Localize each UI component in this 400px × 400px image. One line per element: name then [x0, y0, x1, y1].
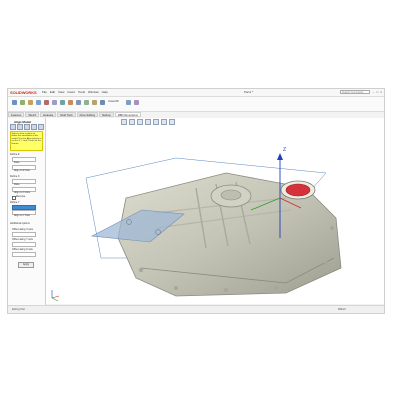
apply-button[interactable]: Apply [18, 262, 34, 268]
triad-x [51, 295, 60, 299]
revolve-icon[interactable] [20, 100, 25, 105]
extrude-icon[interactable] [12, 100, 17, 105]
align-y-label: Align to Y Axis [14, 214, 30, 217]
reverse-label: Reverse [16, 195, 26, 198]
property-manager: Align Model Select a face or plane to de… [8, 118, 46, 313]
menu-help[interactable]: Help [102, 90, 108, 95]
graphics-area[interactable]: Z [46, 118, 384, 304]
title-bar: SOLIDWORKS File Edit View Insert Tools W… [8, 89, 384, 97]
draft-icon[interactable] [76, 100, 81, 105]
offset-z-label: Offset along Z axis [12, 248, 33, 251]
help-message: Select a face or plane to define the ori… [10, 131, 43, 151]
align-z-label: Align to Z Axis [14, 169, 30, 172]
offset-x-input[interactable] [12, 232, 36, 237]
menu-tools[interactable]: Tools [78, 90, 85, 95]
status-left: Editing Part [12, 308, 25, 311]
offset-z-input[interactable] [12, 252, 36, 257]
command-tabs: Features Sketch Evaluate Mold Tools Dire… [8, 112, 141, 117]
command-manager-ribbon: Instant3D [8, 97, 384, 112]
menu-insert[interactable]: Insert [67, 90, 75, 95]
offset-y-input[interactable] [12, 242, 36, 247]
property-manager-icon[interactable] [17, 124, 23, 130]
align-x-label: Align to X Axis [14, 191, 30, 194]
app-logo: SOLIDWORKS [10, 90, 37, 95]
panel-tabs [10, 124, 44, 130]
status-bar: Editing Part MMGS [8, 305, 384, 313]
curves-icon[interactable] [126, 100, 131, 105]
z-axis-arrow [277, 153, 283, 160]
config-manager-icon[interactable] [24, 124, 30, 130]
loft-icon[interactable] [36, 100, 41, 105]
minimize-button[interactable]: – [373, 90, 375, 95]
tab-markup[interactable]: Markup [99, 112, 114, 117]
document-title: Part1 * [244, 90, 254, 94]
feature-tree-icon[interactable] [10, 124, 16, 130]
fillet-icon[interactable] [52, 100, 57, 105]
window-controls: – □ × [373, 90, 382, 95]
menu-file[interactable]: File [42, 90, 47, 95]
ribbon-label-instant3d[interactable]: Instant3D [108, 100, 119, 103]
shell-icon[interactable] [84, 100, 89, 105]
section-additional-options: Additional options [10, 222, 30, 225]
display-manager-icon[interactable] [38, 124, 44, 130]
tab-direct-editing[interactable]: Direct Editing [76, 112, 99, 117]
bore-face [285, 183, 311, 197]
tab-mold-tools[interactable]: Mold Tools [57, 112, 76, 117]
rib-icon[interactable] [68, 100, 73, 105]
offset-y-label: Offset along Y axis [12, 238, 33, 241]
model-view[interactable]: Z [46, 118, 384, 304]
menu-edit[interactable]: Edit [50, 90, 55, 95]
x-face-label: Face [14, 183, 20, 186]
z-axis-label: Z [283, 147, 286, 153]
section-define-y: Define Y [10, 201, 20, 204]
dim-xpert-icon[interactable] [31, 124, 37, 130]
search-input[interactable]: Search Commands [340, 90, 370, 94]
pattern-icon[interactable] [60, 100, 65, 105]
reference-geometry-icon[interactable] [100, 100, 105, 105]
menu-window[interactable]: Window [88, 90, 99, 95]
section-define-z: Define Z [10, 153, 20, 156]
cut-icon[interactable] [44, 100, 49, 105]
close-button[interactable]: × [380, 90, 382, 95]
z-face-label: Face [14, 161, 20, 164]
section-define-x: Define X [10, 175, 20, 178]
menu-bar: File Edit View Insert Tools Window Help [42, 90, 108, 95]
units-indicator[interactable]: MMGS [338, 307, 346, 312]
tab-mbd-dimensions[interactable]: MBD Dimensions [114, 112, 141, 117]
tab-sketch[interactable]: Sketch [25, 112, 40, 117]
offset-x-label: Offset along X axis [12, 228, 33, 231]
wrap-icon[interactable] [92, 100, 97, 105]
tab-evaluate[interactable]: Evaluate [40, 112, 57, 117]
menu-view[interactable]: View [58, 90, 64, 95]
tab-features[interactable]: Features [8, 112, 25, 117]
mirror-icon[interactable] [134, 100, 139, 105]
sweep-icon[interactable] [28, 100, 33, 105]
triad-y [51, 297, 59, 302]
solidworks-window: SOLIDWORKS File Edit View Insert Tools W… [7, 88, 385, 314]
maximize-button[interactable]: □ [376, 90, 378, 95]
